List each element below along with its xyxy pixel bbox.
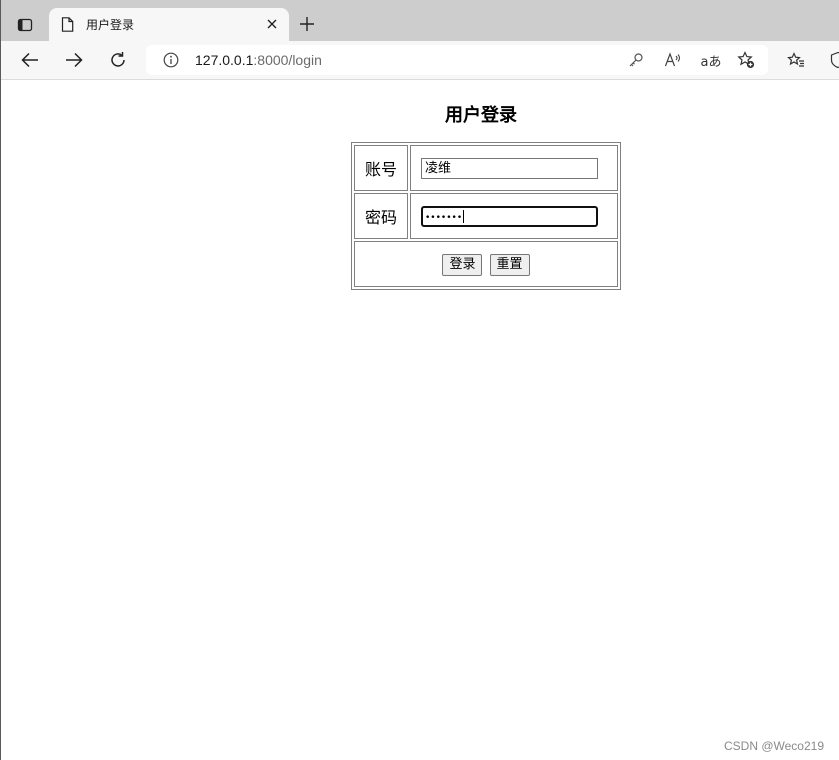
key-icon[interactable] [626, 50, 646, 70]
url-text[interactable]: 127.0.0.1:8000/login [195, 52, 322, 68]
account-input[interactable]: 凌维 [421, 157, 598, 179]
page-icon [61, 17, 74, 36]
text-caret [463, 209, 465, 223]
tab-actions-icon[interactable] [12, 12, 38, 38]
translate-glyph: aあ [700, 54, 722, 70]
browser-essentials-icon[interactable] [827, 49, 839, 71]
close-tab-icon[interactable] [263, 15, 281, 33]
browser-toolbar: 127.0.0.1:8000/login aあ [1, 41, 839, 80]
forward-arrow-icon[interactable] [62, 48, 86, 72]
login-form-table: 账号 凌维 密码 ••••••• 登录 重置 [351, 142, 621, 290]
page-content: 用户登录 账号 凌维 密码 ••••••• 登录 重置 CSDN @Weco21… [1, 80, 839, 760]
password-input[interactable]: ••••••• [421, 205, 598, 227]
url-path: :8000/login [253, 52, 322, 68]
translate-icon[interactable]: aあ [699, 50, 723, 70]
browser-window: 用户登录 127.0.0.1:8000/login aあ 用户登录 账号 凌维 … [0, 0, 839, 760]
url-host: 127.0.0.1 [195, 52, 254, 68]
active-tab[interactable]: 用户登录 [49, 8, 289, 41]
login-button[interactable]: 登录 [442, 253, 483, 276]
back-arrow-icon[interactable] [18, 48, 42, 72]
read-aloud-icon[interactable] [663, 50, 683, 70]
tab-strip: 用户登录 [1, 0, 839, 41]
password-label: 密码 [354, 193, 408, 239]
account-row: 账号 凌维 [354, 145, 618, 191]
password-mask: ••••••• [425, 212, 463, 223]
page-heading: 用户登录 [445, 105, 517, 126]
reset-button[interactable]: 重置 [489, 253, 530, 276]
buttons-cell: 登录 重置 [354, 241, 618, 287]
account-label: 账号 [354, 145, 408, 191]
password-input-cell: ••••••• [410, 193, 618, 239]
add-favorite-icon[interactable] [736, 50, 756, 70]
account-input-cell: 凌维 [410, 145, 618, 191]
refresh-icon[interactable] [106, 48, 130, 72]
address-bar[interactable]: 127.0.0.1:8000/login aあ [146, 45, 768, 75]
password-row: 密码 ••••••• [354, 193, 618, 239]
buttons-row: 登录 重置 [354, 241, 618, 287]
site-info-icon[interactable] [163, 52, 179, 72]
new-tab-icon[interactable] [296, 13, 318, 35]
watermark: CSDN @Weco219 [724, 739, 824, 753]
account-value: 凌维 [425, 160, 452, 176]
tab-title: 用户登录 [86, 18, 135, 32]
favorites-icon[interactable] [785, 49, 807, 71]
